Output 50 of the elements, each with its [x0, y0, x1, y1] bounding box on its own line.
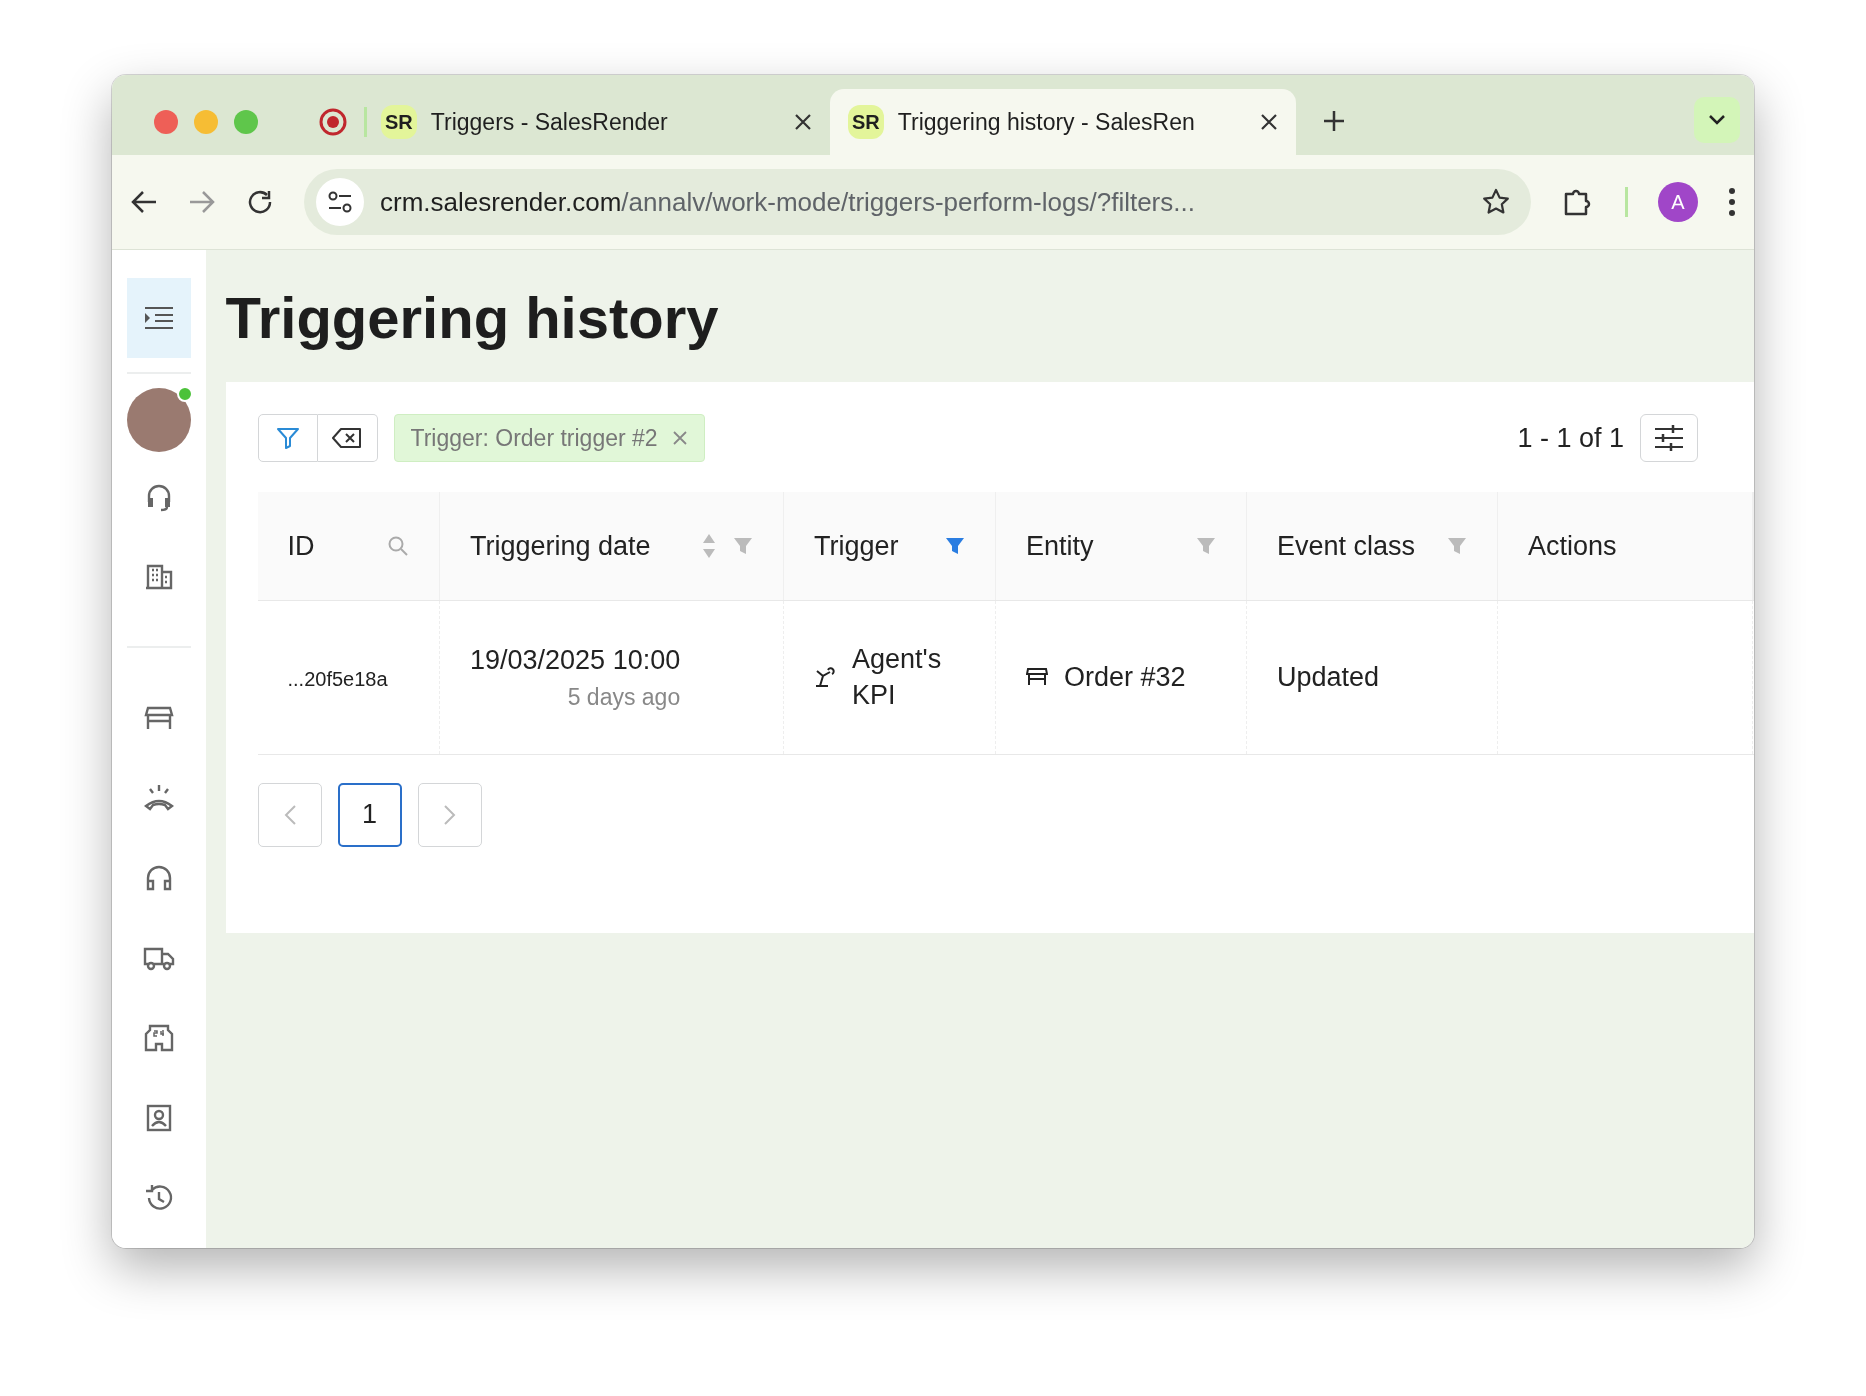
close-icon[interactable]	[794, 113, 812, 131]
url-text: crm.salesrender.com/annalv/work-mode/triggers-perform-logs/?filters...	[380, 185, 1195, 219]
chevron-left-icon	[282, 803, 297, 826]
favicon: SR	[848, 105, 884, 139]
site-settings-icon[interactable]	[316, 178, 364, 226]
browser-tab[interactable]: SR Triggers - SalesRender	[364, 89, 830, 155]
favicon: SR	[381, 105, 417, 139]
chevron-right-icon	[442, 803, 457, 826]
filter-chip-label: Trigger: Order trigger #2	[410, 423, 658, 453]
sliders-icon	[1654, 425, 1684, 451]
close-window-icon[interactable]	[154, 110, 178, 134]
tab-menu-button[interactable]	[1694, 97, 1740, 143]
clear-filters-button[interactable]	[317, 414, 378, 462]
more-options-icon[interactable]	[1728, 187, 1736, 217]
browser-tab[interactable]: SR Triggering history - SalesRen	[830, 89, 1296, 155]
event-class: Updated	[1277, 661, 1380, 692]
close-icon[interactable]	[1260, 113, 1278, 131]
menu-icon	[142, 306, 175, 330]
storefront-icon	[1026, 667, 1048, 687]
trigger-name: Agent's KPI	[852, 642, 943, 712]
filter-icon	[275, 426, 300, 450]
entity-link[interactable]: Order #32	[1064, 656, 1186, 698]
record-icon[interactable]	[318, 107, 348, 137]
chevron-down-icon	[1708, 114, 1726, 126]
column-header: ID	[287, 529, 315, 563]
column-header: Triggering date	[470, 529, 651, 563]
address-bar[interactable]: crm.salesrender.com/annalv/work-mode/triggers-perform-logs/?filters...	[304, 169, 1531, 235]
page-button[interactable]: 1	[337, 782, 402, 847]
column-header: Event class	[1277, 529, 1416, 563]
tab-title: Triggering history - SalesRen	[897, 107, 1196, 137]
column-settings-button[interactable]	[1640, 414, 1698, 462]
reload-icon[interactable]	[246, 188, 274, 216]
page-title: Triggering history	[225, 284, 720, 352]
relative-time: 5 days ago	[567, 683, 681, 712]
profile-avatar[interactable]: A	[1658, 182, 1698, 222]
column-header: Actions	[1528, 529, 1617, 563]
date-text: 19/03/2025 10:00	[470, 643, 681, 677]
filter-button[interactable]	[257, 414, 318, 462]
column-header: Trigger	[814, 529, 899, 563]
robot-arm-icon	[814, 666, 836, 688]
backspace-icon	[332, 427, 362, 449]
filter-icon[interactable]	[945, 536, 965, 555]
bookmark-star-icon[interactable]	[1481, 187, 1511, 217]
new-tab-icon[interactable]	[1322, 109, 1346, 133]
id-cell: ...20f5e18a	[287, 667, 388, 690]
result-count: 1 - 1 of 1	[1517, 421, 1624, 455]
menu-toggle-button[interactable]	[126, 278, 191, 358]
column-header: Entity	[1026, 529, 1094, 563]
open-24-hours-icon[interactable]	[142, 1022, 175, 1054]
tab-title: Triggers - SalesRender	[430, 107, 669, 137]
